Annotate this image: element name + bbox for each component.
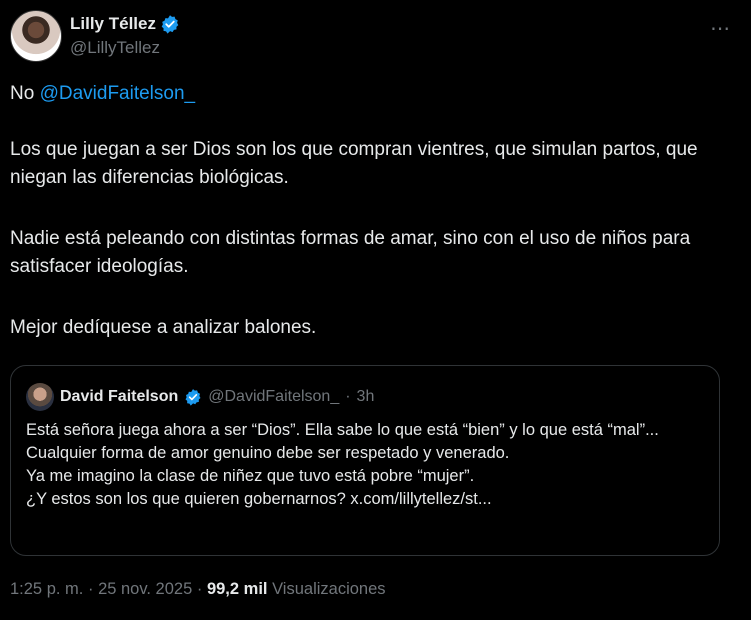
tweet-paragraph: Los que juegan a ser Dios son los que co… bbox=[10, 139, 698, 188]
mention-link[interactable]: @DavidFaitelson_ bbox=[40, 83, 196, 104]
quote-line: Está señora juega ahora a ser “Dios”. El… bbox=[26, 421, 659, 439]
tweet-prefix: No bbox=[10, 83, 40, 104]
tweet-paragraph: Nadie está peleando con distintas formas… bbox=[10, 228, 691, 277]
quote-time: 3h bbox=[356, 388, 375, 405]
quoted-tweet-card[interactable]: David Faitelson @DavidFaitelson_ · 3h Es… bbox=[10, 365, 720, 556]
verified-badge-icon bbox=[185, 389, 201, 406]
quote-display-name: David Faitelson bbox=[60, 388, 179, 405]
tweet-line-1: No @DavidFaitelson_ bbox=[10, 80, 710, 108]
tweet-time[interactable]: 1:25 p. m. bbox=[10, 580, 83, 598]
quote-text: Está señora juega ahora a ser “Dios”. El… bbox=[26, 419, 711, 511]
author-names: Lilly Téllez @LillyTellez bbox=[70, 14, 180, 58]
quote-line: Cualquier forma de amor genuino debe ser… bbox=[26, 444, 510, 462]
quote-line: Ya me imagino la clase de niñez que tuvo… bbox=[26, 467, 475, 485]
meta-separator: · bbox=[87, 580, 94, 598]
quote-header: David Faitelson @DavidFaitelson_ · 3h bbox=[26, 383, 374, 411]
views-label: Visualizaciones bbox=[272, 580, 386, 598]
tweet-date[interactable]: 25 nov. 2025 bbox=[98, 580, 192, 598]
author-display-name[interactable]: Lilly Téllez bbox=[70, 14, 156, 34]
meta-separator: · bbox=[196, 580, 203, 598]
tweet-meta: 1:25 p. m. · 25 nov. 2025 · 99,2 mil Vis… bbox=[10, 580, 386, 599]
quote-avatar bbox=[26, 383, 54, 411]
more-options-icon[interactable]: ⋯ bbox=[710, 16, 731, 41]
author-avatar[interactable] bbox=[10, 10, 62, 62]
verified-badge-icon bbox=[161, 15, 179, 34]
quote-line: ¿Y estos son los que quieren gobernarnos… bbox=[26, 490, 492, 508]
author-handle[interactable]: @LillyTellez bbox=[70, 38, 180, 58]
tweet-paragraph: Mejor dedíquese a analizar balones. bbox=[10, 317, 317, 338]
tweet-header: Lilly Téllez @LillyTellez ⋯ bbox=[10, 10, 731, 62]
quote-separator: · bbox=[345, 388, 351, 405]
tweet-text: No @DavidFaitelson_ Los que juegan a ser… bbox=[10, 80, 710, 342]
quote-handle: @DavidFaitelson_ bbox=[208, 388, 340, 405]
views-count[interactable]: 99,2 mil bbox=[207, 580, 268, 598]
